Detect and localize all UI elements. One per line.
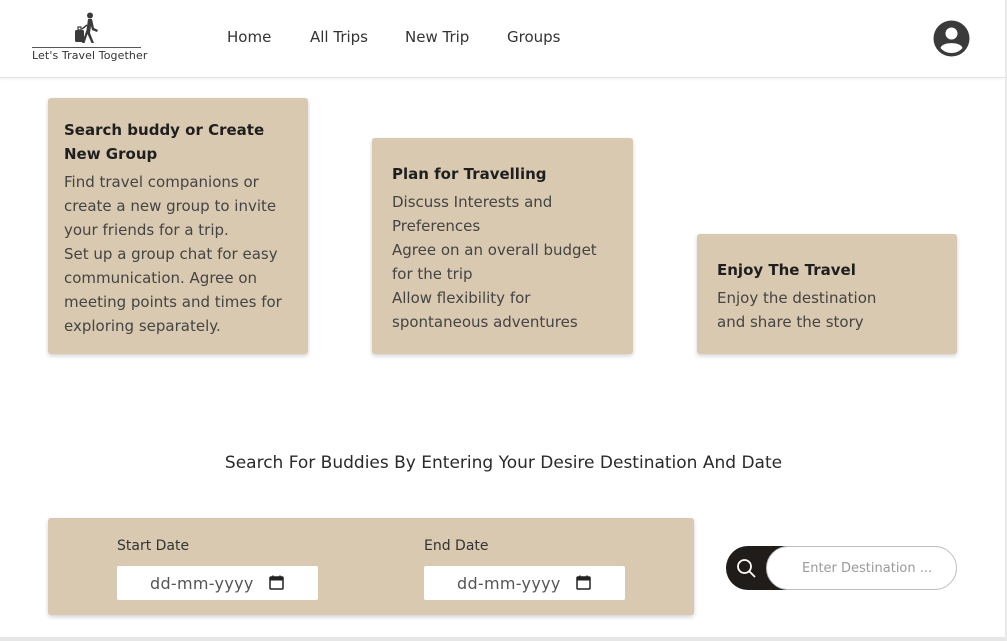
card-body: Discuss Interests and Preferences Agree …: [392, 190, 615, 334]
card-text: Find travel companions or create a new g…: [64, 173, 277, 239]
card-body: Enjoy the destination and share the stor…: [717, 286, 939, 334]
card-text: Set up a group chat for easy communicati…: [64, 245, 282, 335]
card-title: Enjoy The Travel: [717, 261, 856, 279]
search-heading: Search For Buddies By Entering Your Desi…: [224, 453, 783, 473]
end-date-input[interactable]: dd-mm-yyyy: [424, 566, 625, 600]
brand-tagline: Let's Travel Together: [32, 49, 148, 62]
card-plan-travelling: Plan for Travelling Discuss Interests an…: [372, 138, 633, 354]
card-text: Agree on an overall budget for the trip: [392, 241, 597, 283]
card-text: Allow flexibility for spontaneous advent…: [392, 289, 578, 331]
card-text: Enjoy the destination and share the stor…: [717, 289, 877, 331]
traveler-with-suitcase-icon: [75, 12, 98, 43]
card-enjoy-travel: Enjoy The Travel Enjoy the destination a…: [697, 234, 957, 354]
top-navbar: Let's Travel Together Home All Trips New…: [0, 0, 1005, 78]
destination-input[interactable]: [766, 546, 957, 590]
end-date-label: End Date: [424, 538, 489, 554]
nav-home[interactable]: Home: [227, 28, 271, 46]
card-search-buddy: Search buddy or Create New Group Find tr…: [48, 98, 308, 354]
nav-all-trips[interactable]: All Trips: [310, 28, 368, 46]
page-footer-edge: [0, 637, 1005, 641]
calendar-icon[interactable]: [269, 575, 284, 590]
start-date-label: Start Date: [117, 538, 190, 554]
nav-new-trip[interactable]: New Trip: [405, 28, 469, 46]
search-icon: [737, 559, 756, 578]
nav-groups[interactable]: Groups: [507, 28, 560, 46]
end-date-value: dd-mm-yyyy: [457, 574, 561, 593]
user-avatar-icon[interactable]: [933, 20, 970, 57]
destination-search: [726, 546, 958, 590]
start-date-input[interactable]: dd-mm-yyyy: [117, 566, 318, 600]
start-date-value: dd-mm-yyyy: [150, 574, 254, 593]
card-title: Search buddy or Create New Group: [64, 121, 265, 163]
card-text: Discuss Interests and Preferences: [392, 193, 553, 235]
card-title: Plan for Travelling: [392, 165, 547, 183]
logo-divider: [32, 47, 141, 48]
card-body: Find travel companions or create a new g…: [64, 170, 290, 338]
date-filter-panel: Start Date dd-mm-yyyy End Date dd-mm-yyy…: [48, 518, 694, 615]
calendar-icon[interactable]: [576, 575, 591, 590]
brand-logo[interactable]: Let's Travel Together: [32, 12, 148, 64]
